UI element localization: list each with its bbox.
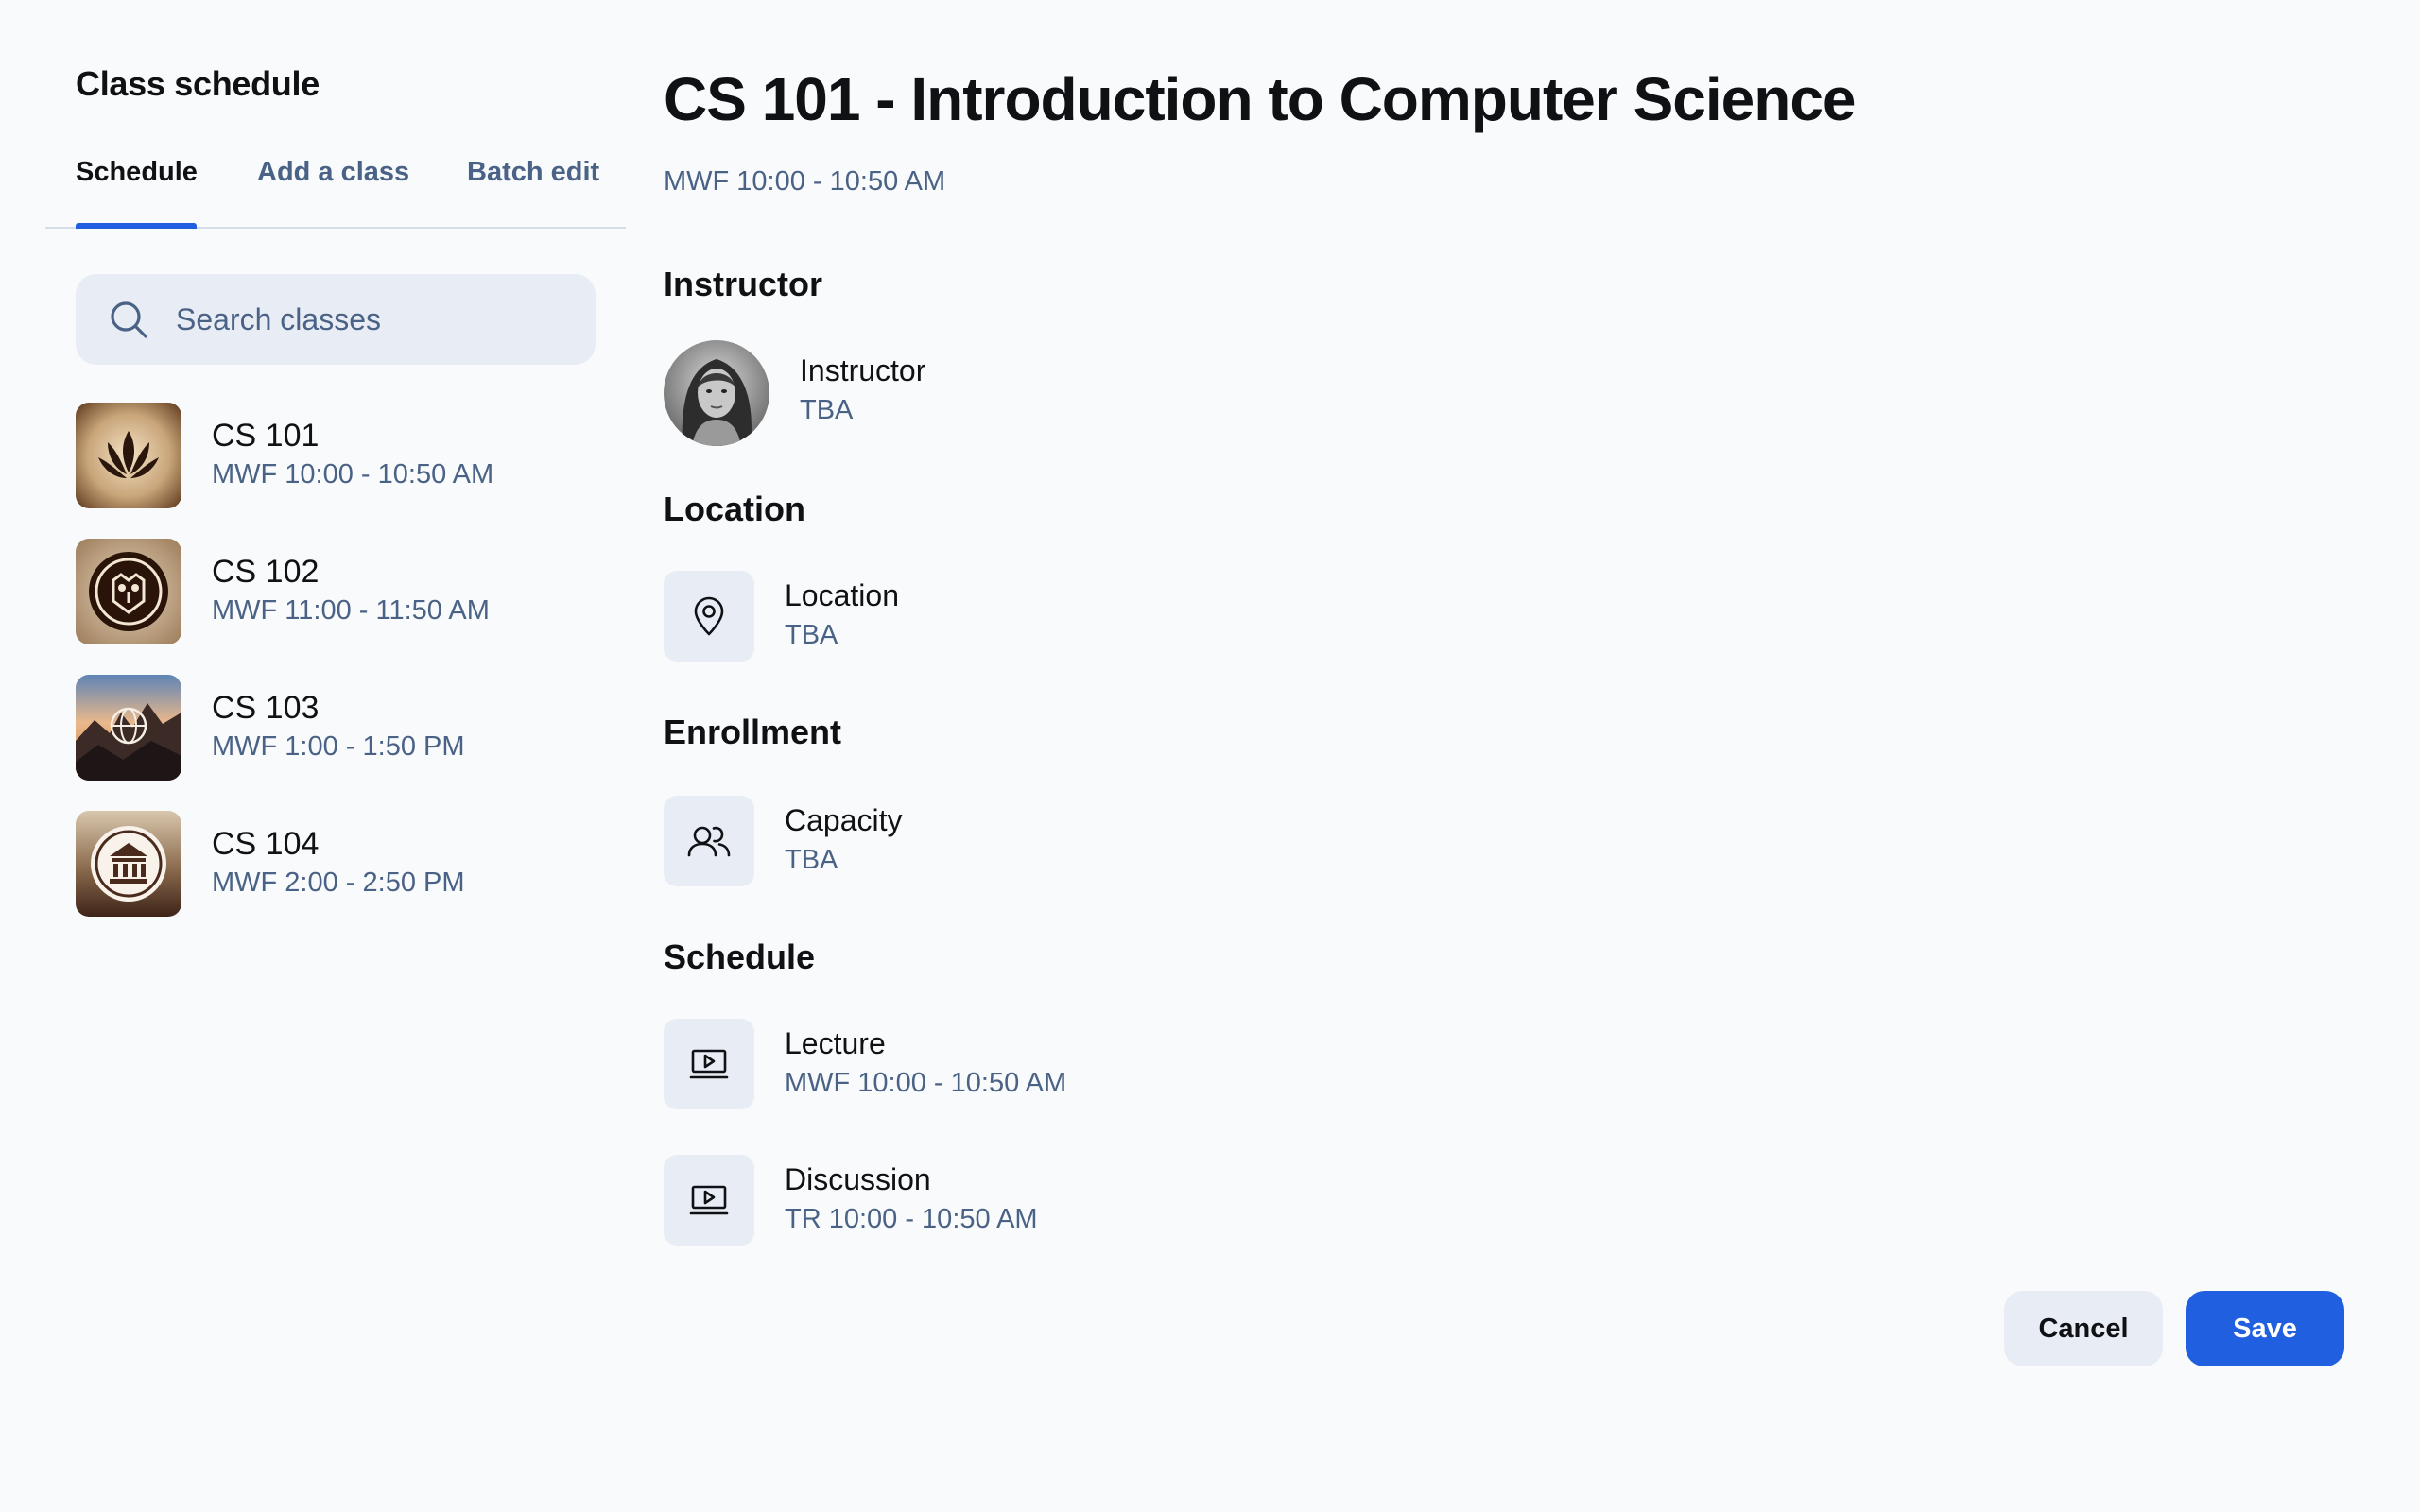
lotus-emblem-icon (76, 403, 182, 508)
section-heading-schedule: Schedule (664, 937, 816, 976)
tab-add-a-class[interactable]: Add a class (257, 157, 409, 188)
capacity-label: Capacity (785, 803, 903, 837)
map-pin-icon (664, 571, 754, 662)
building-seal-icon (76, 811, 182, 917)
class-list: CS 101 MWF 10:00 - 10:50 AM CS 102 MWF 1… (76, 403, 605, 947)
video-screen-icon (664, 1155, 754, 1246)
schedule-item-time: MWF 10:00 - 10:50 AM (785, 1068, 1067, 1098)
schedule-item-discussion[interactable]: Discussion TR 10:00 - 10:50 AM (664, 1155, 1514, 1246)
users-icon (664, 796, 754, 886)
search-input[interactable] (176, 301, 573, 337)
class-time: MWF 1:00 - 1:50 PM (212, 731, 465, 762)
section-heading-instructor: Instructor (664, 265, 823, 303)
page-subtitle: MWF 10:00 - 10:50 AM (664, 166, 946, 197)
class-code: CS 104 (212, 826, 320, 862)
section-heading-location: Location (664, 490, 805, 528)
class-code: CS 101 (212, 418, 320, 454)
class-time: MWF 2:00 - 2:50 PM (212, 868, 465, 898)
capacity-row[interactable]: Capacity TBA (664, 796, 1514, 886)
location-row[interactable]: Location TBA (664, 571, 1514, 662)
tab-schedule[interactable]: Schedule (76, 157, 198, 188)
save-button[interactable]: Save (2186, 1291, 2344, 1366)
instructor-label: Instructor (800, 353, 926, 387)
avatar (664, 340, 769, 446)
schedule-item-time: TR 10:00 - 10:50 AM (785, 1204, 1038, 1234)
location-value: TBA (785, 620, 838, 650)
video-screen-icon (664, 1019, 754, 1109)
capacity-value: TBA (785, 845, 838, 875)
class-item-cs-104[interactable]: CS 104 MWF 2:00 - 2:50 PM (76, 811, 605, 947)
location-label: Location (785, 578, 899, 612)
search-icon (108, 299, 149, 340)
schedule-item-label: Discussion (785, 1162, 931, 1196)
class-detail-panel: CS 101 - Introduction to Computer Scienc… (664, 0, 2365, 1512)
search-box[interactable] (76, 274, 596, 365)
class-time: MWF 10:00 - 10:50 AM (212, 459, 494, 490)
class-item-cs-102[interactable]: CS 102 MWF 11:00 - 11:50 AM (76, 539, 605, 675)
owl-crest-icon (76, 539, 182, 644)
tab-bar: Schedule Add a class Batch edit (45, 142, 626, 229)
sidebar-title: Class schedule (76, 64, 320, 103)
class-item-cs-101[interactable]: CS 101 MWF 10:00 - 10:50 AM (76, 403, 605, 539)
app-window: Class schedule Schedule Add a class Batc… (0, 0, 2420, 1512)
instructor-row[interactable]: Instructor TBA (664, 340, 1514, 446)
class-item-cs-103[interactable]: CS 103 MWF 1:00 - 1:50 PM (76, 675, 605, 811)
class-time: MWF 11:00 - 11:50 AM (212, 595, 490, 626)
sidebar: Class schedule Schedule Add a class Batc… (45, 0, 626, 1512)
section-heading-enrollment: Enrollment (664, 713, 842, 751)
page-title: CS 101 - Introduction to Computer Scienc… (664, 65, 1856, 133)
schedule-item-label: Lecture (785, 1026, 886, 1060)
active-tab-indicator (76, 223, 197, 229)
class-code: CS 103 (212, 690, 320, 726)
class-code: CS 102 (212, 554, 320, 590)
schedule-item-lecture[interactable]: Lecture MWF 10:00 - 10:50 AM (664, 1019, 1514, 1109)
tab-batch-edit[interactable]: Batch edit (467, 157, 599, 188)
cancel-button[interactable]: Cancel (2004, 1291, 2163, 1366)
globe-landscape-icon (76, 675, 182, 781)
instructor-value: TBA (800, 395, 854, 425)
